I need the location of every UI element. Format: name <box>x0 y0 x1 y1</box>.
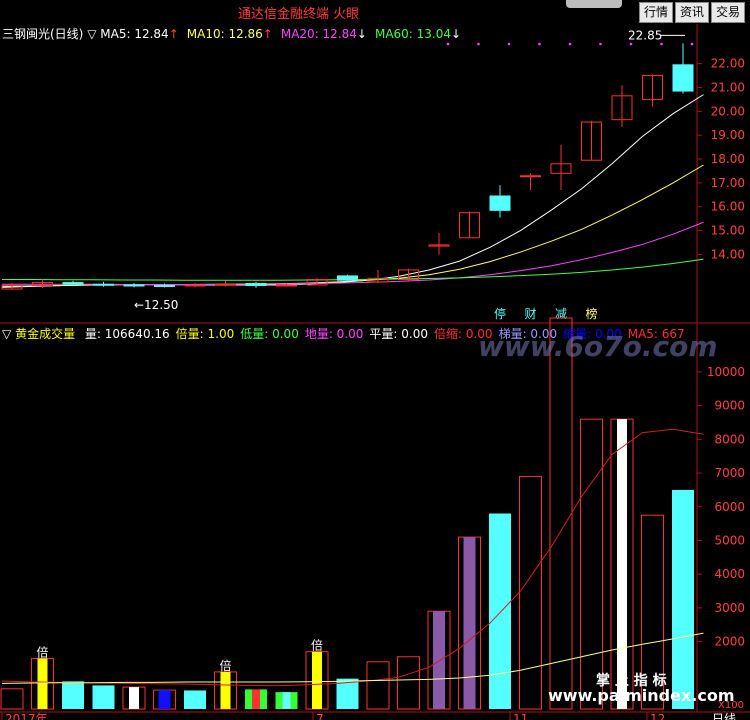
candle-body <box>337 275 358 281</box>
volume-bar <box>580 418 603 710</box>
ma-legend-item: MA5: 12.84↑ <box>100 27 179 41</box>
date-label: 7 <box>316 712 324 720</box>
signal-dot <box>599 42 602 46</box>
bei-marker: 倍 <box>220 658 232 673</box>
date-label: 12 <box>650 712 665 720</box>
candle-body <box>672 64 694 92</box>
signal-dot <box>690 42 694 46</box>
arrow-down-icon: ↓ <box>356 27 367 41</box>
volume-bar <box>62 681 84 709</box>
volume-bar-inner <box>37 658 48 709</box>
volume-tick-label: 7000 <box>714 466 745 480</box>
volume-bar-inner <box>282 692 291 709</box>
date-label: 2017年 <box>5 712 48 720</box>
candle-body <box>276 284 297 287</box>
ma-legend: MA5: 12.84↑ MA10: 12.86↑ MA20: 12.84↓ MA60:… <box>100 27 469 41</box>
signal-dot <box>477 42 480 46</box>
candle-body <box>154 284 175 287</box>
collapse-triangle-icon[interactable]: ▽ <box>87 27 96 41</box>
volume-tick-label: 8000 <box>714 432 745 446</box>
volume-bar <box>489 513 511 709</box>
period-label: 日线 <box>712 712 736 720</box>
arrow-down-icon: ↓ <box>451 27 462 41</box>
price-tick-label: 20.00 <box>711 104 745 118</box>
signal-dot <box>629 42 633 46</box>
volume-tick-label: 6000 <box>714 500 745 514</box>
signal-tag: 减 <box>555 307 567 321</box>
volume-legend-item: 平量: 0.00 <box>369 327 428 341</box>
volume-bar <box>397 656 420 710</box>
date-label: 11 <box>513 712 528 720</box>
volume-tick-label: 2000 <box>714 635 745 649</box>
volume-bar <box>0 688 24 710</box>
price-tick-label: 15.00 <box>711 224 745 238</box>
volume-bar-inner <box>129 687 139 709</box>
volume-ma-line-ma5 <box>1 428 704 687</box>
signal-dot <box>507 42 511 46</box>
volume-bar <box>672 489 694 709</box>
signal-dot <box>538 42 541 46</box>
price-tick-label: 17.00 <box>711 176 745 190</box>
ma-line-ma10 <box>1 164 704 288</box>
price-tick-label: 14.00 <box>711 247 745 261</box>
watermark-6o7o: www.6o7o.com <box>478 330 718 363</box>
volume-legend-item: 量: 106640.16 <box>84 327 170 341</box>
candle-body <box>245 283 267 286</box>
volume-bar <box>184 690 206 709</box>
volume-indicator-name[interactable]: 黄金成交量 <box>15 327 75 341</box>
volume-tick-label: 5000 <box>714 533 745 547</box>
volume-tick-label: 10000 <box>707 365 745 379</box>
volume-bar-inner <box>433 611 445 709</box>
high-price-label: 22.85 <box>628 28 662 42</box>
volume-bar-inner <box>617 419 627 709</box>
signal-tag: 停 <box>494 306 506 321</box>
ma-line-ma5 <box>1 94 704 288</box>
volume-bar <box>549 317 573 710</box>
volume-bar-inner <box>158 690 171 709</box>
signal-dot <box>660 42 663 46</box>
bei-marker: 倍 <box>311 638 323 653</box>
volume-tick-label: 9000 <box>714 399 745 413</box>
volume-bar <box>366 661 390 710</box>
volume-bar-inner <box>252 689 260 709</box>
candle-body <box>62 282 84 285</box>
price-tick-label: 22.00 <box>711 57 745 71</box>
ma-legend-item: MA10: 12.86↑ <box>186 27 273 41</box>
ma-legend-item: MA20: 12.84↓ <box>280 27 367 41</box>
signal-tag: 榜 <box>586 306 598 321</box>
price-legend: 三钢闽光(日线) ▽ MA5: 12.84↑ MA10: 12.86↑ MA20: … <box>2 25 469 42</box>
signal-dot <box>446 42 450 46</box>
price-tick-label: 19.00 <box>711 128 745 142</box>
volume-legend-item: 低量: 0.00 <box>240 327 299 341</box>
signal-tag: 财 <box>525 307 537 321</box>
volume-tick-label: 4000 <box>714 567 745 581</box>
volume-bar <box>519 475 542 710</box>
volume-bar-inner <box>220 671 231 709</box>
low-price-label: ←12.50 <box>134 298 178 312</box>
signal-dot <box>568 42 572 46</box>
candle-body <box>93 283 114 286</box>
volume-legend-item: 地量: 0.00 <box>304 327 364 341</box>
stock-label[interactable]: 三钢闽光(日线) <box>2 27 83 41</box>
watermark-palmindex: www.palmindex.com <box>548 686 735 705</box>
ma-legend-item: MA60: 13.04↓ <box>374 27 462 41</box>
volume-legend-item: 倍量: 1.00 <box>175 327 235 341</box>
bei-marker: 倍 <box>37 644 49 659</box>
collapse-triangle-icon[interactable]: ▽ <box>2 327 11 341</box>
candle-body <box>123 284 145 287</box>
volume-bar <box>92 685 115 709</box>
volume-bar-inner <box>312 651 322 709</box>
candle-body <box>215 283 236 286</box>
price-tick-label: 16.00 <box>711 200 745 214</box>
volume-bar-inner <box>463 537 476 709</box>
volume-tick-label: 3000 <box>714 601 745 615</box>
price-tick-label: 18.00 <box>711 152 745 166</box>
ma-line-ma20 <box>2 221 704 286</box>
arrow-up-icon: ↑ <box>168 27 179 41</box>
arrow-up-icon: ↑ <box>262 27 273 41</box>
price-tick-label: 21.00 <box>711 80 745 94</box>
candle-body <box>489 195 511 211</box>
candle-body <box>184 284 206 287</box>
candle-body <box>520 175 541 178</box>
